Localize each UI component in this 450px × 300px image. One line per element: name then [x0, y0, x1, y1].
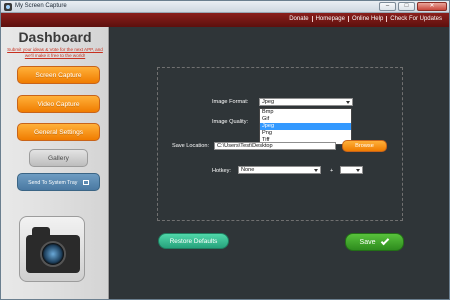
save-location-input[interactable]: C:\Users\Test\Desktop — [214, 142, 336, 150]
hotkey-key-select[interactable] — [340, 166, 363, 174]
donate-link[interactable]: Donate — [286, 16, 311, 22]
app-camera-icon — [4, 3, 12, 11]
video-capture-button[interactable]: Video Capture — [17, 95, 100, 113]
online-help-link[interactable]: Online Help — [347, 16, 386, 22]
image-format-dropdown: Bmp Gif Jpeg Png Tiff — [259, 108, 352, 145]
gallery-button[interactable]: Gallery — [29, 149, 88, 167]
sidebar: Dashboard Submit your ideas & Vote for t… — [1, 27, 109, 299]
screen-capture-button[interactable]: Screen Capture — [17, 66, 100, 84]
camera-logo-icon — [19, 216, 85, 282]
chevron-down-icon — [346, 100, 351, 105]
format-option-bmp[interactable]: Bmp — [260, 109, 351, 116]
settings-main: Image Format: Jpeg Bmp Gif Jpeg Png Tiff… — [110, 27, 449, 299]
app-window: My Screen Capture – □ ✕ Donate Homepage … — [0, 0, 450, 300]
image-format-select[interactable]: Jpeg — [259, 98, 353, 106]
hotkey-value: None — [241, 167, 255, 173]
top-link-bar: Donate Homepage Online Help Check For Up… — [1, 13, 449, 27]
maximize-button[interactable]: □ — [398, 2, 415, 11]
checkmark-icon — [381, 236, 390, 246]
check-updates-link[interactable]: Check For Updates — [386, 16, 445, 22]
save-button[interactable]: Save — [345, 233, 404, 251]
image-format-label: Image Format: — [212, 99, 249, 105]
chevron-down-icon — [314, 168, 319, 173]
browse-button[interactable]: Browse — [342, 140, 387, 152]
send-to-tray-button[interactable]: Send To System Tray — [17, 173, 100, 191]
title-bar: My Screen Capture – □ ✕ — [1, 1, 449, 13]
restore-defaults-button[interactable]: Restore Defaults — [158, 233, 229, 249]
dashboard-title: Dashboard — [18, 29, 92, 45]
close-button[interactable]: ✕ — [417, 2, 447, 11]
hotkey-modifier-select[interactable]: None — [238, 166, 321, 174]
hotkey-plus: + — [330, 168, 334, 174]
save-location-label: Save Location: — [172, 143, 210, 149]
save-label: Save — [359, 239, 376, 246]
submit-ideas-link[interactable]: Submit your ideas & Vote for the next AP… — [7, 47, 103, 58]
general-settings-button[interactable]: General Settings — [17, 123, 100, 141]
chevron-down-icon — [356, 168, 361, 173]
send-to-tray-label: Send To System Tray — [28, 180, 78, 186]
format-option-jpeg[interactable]: Jpeg — [260, 123, 351, 130]
tray-icon — [82, 180, 89, 186]
image-quality-label: Image Quality: — [212, 119, 249, 125]
hotkey-label: Hotkey: — [212, 168, 231, 174]
minimize-button[interactable]: – — [379, 2, 396, 11]
format-option-png[interactable]: Png — [260, 130, 351, 137]
image-format-value: Jpeg — [262, 99, 275, 105]
window-title: My Screen Capture — [15, 3, 67, 9]
homepage-link[interactable]: Homepage — [311, 16, 348, 22]
format-option-gif[interactable]: Gif — [260, 116, 351, 123]
